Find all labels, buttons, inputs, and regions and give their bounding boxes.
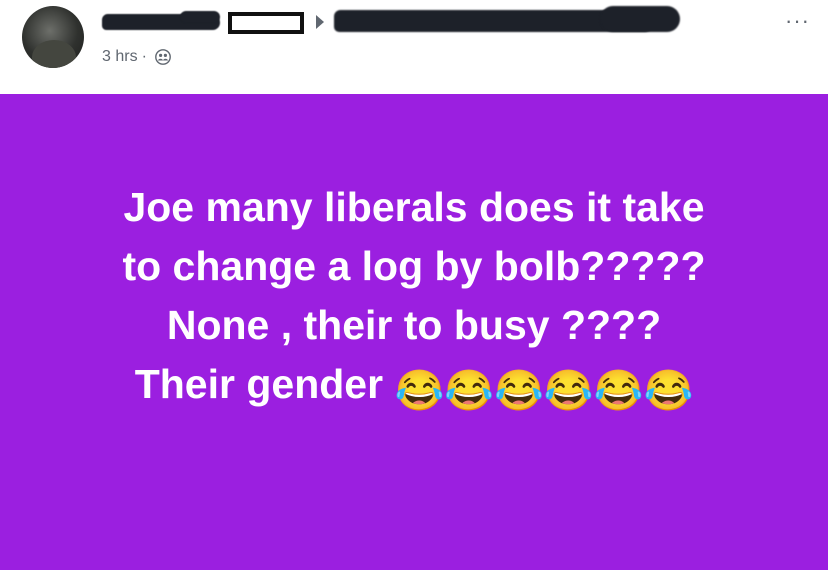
more-options-button[interactable]: ··· [785, 10, 810, 32]
post-header: 3 hrs · ··· [0, 0, 828, 92]
friends-icon[interactable] [155, 49, 171, 65]
post-text-line-1: Joe many liberals does it take [123, 184, 705, 230]
post-text-line-4: Their gender 😂😂😂😂😂😂 [0, 355, 828, 421]
post-text-line-2: to change a log by bolb????? [122, 243, 706, 289]
post-text-line-3: None , their to busy ???? [166, 302, 662, 348]
timestamp-separator: · [141, 48, 147, 65]
post-timestamp[interactable]: 3 hrs · [102, 48, 171, 66]
post-text-line-4-words: Their gender [134, 361, 384, 407]
redaction-box [228, 12, 304, 34]
share-arrow-icon [316, 15, 324, 29]
laughing-crying-emoji-row: 😂😂😂😂😂😂 [394, 361, 693, 421]
avatar[interactable] [22, 6, 84, 68]
timestamp-text[interactable]: 3 hrs [102, 48, 138, 66]
facebook-post: 3 hrs · ··· Joe many liberals does it ta… [0, 0, 828, 570]
post-text: Joe many liberals does it take to change… [0, 178, 828, 421]
group-name-redacted-end [600, 6, 680, 32]
laughing-crying-emoji: 😂😂😂😂😂😂 [394, 369, 694, 413]
author-name-redacted-tail [180, 11, 220, 23]
